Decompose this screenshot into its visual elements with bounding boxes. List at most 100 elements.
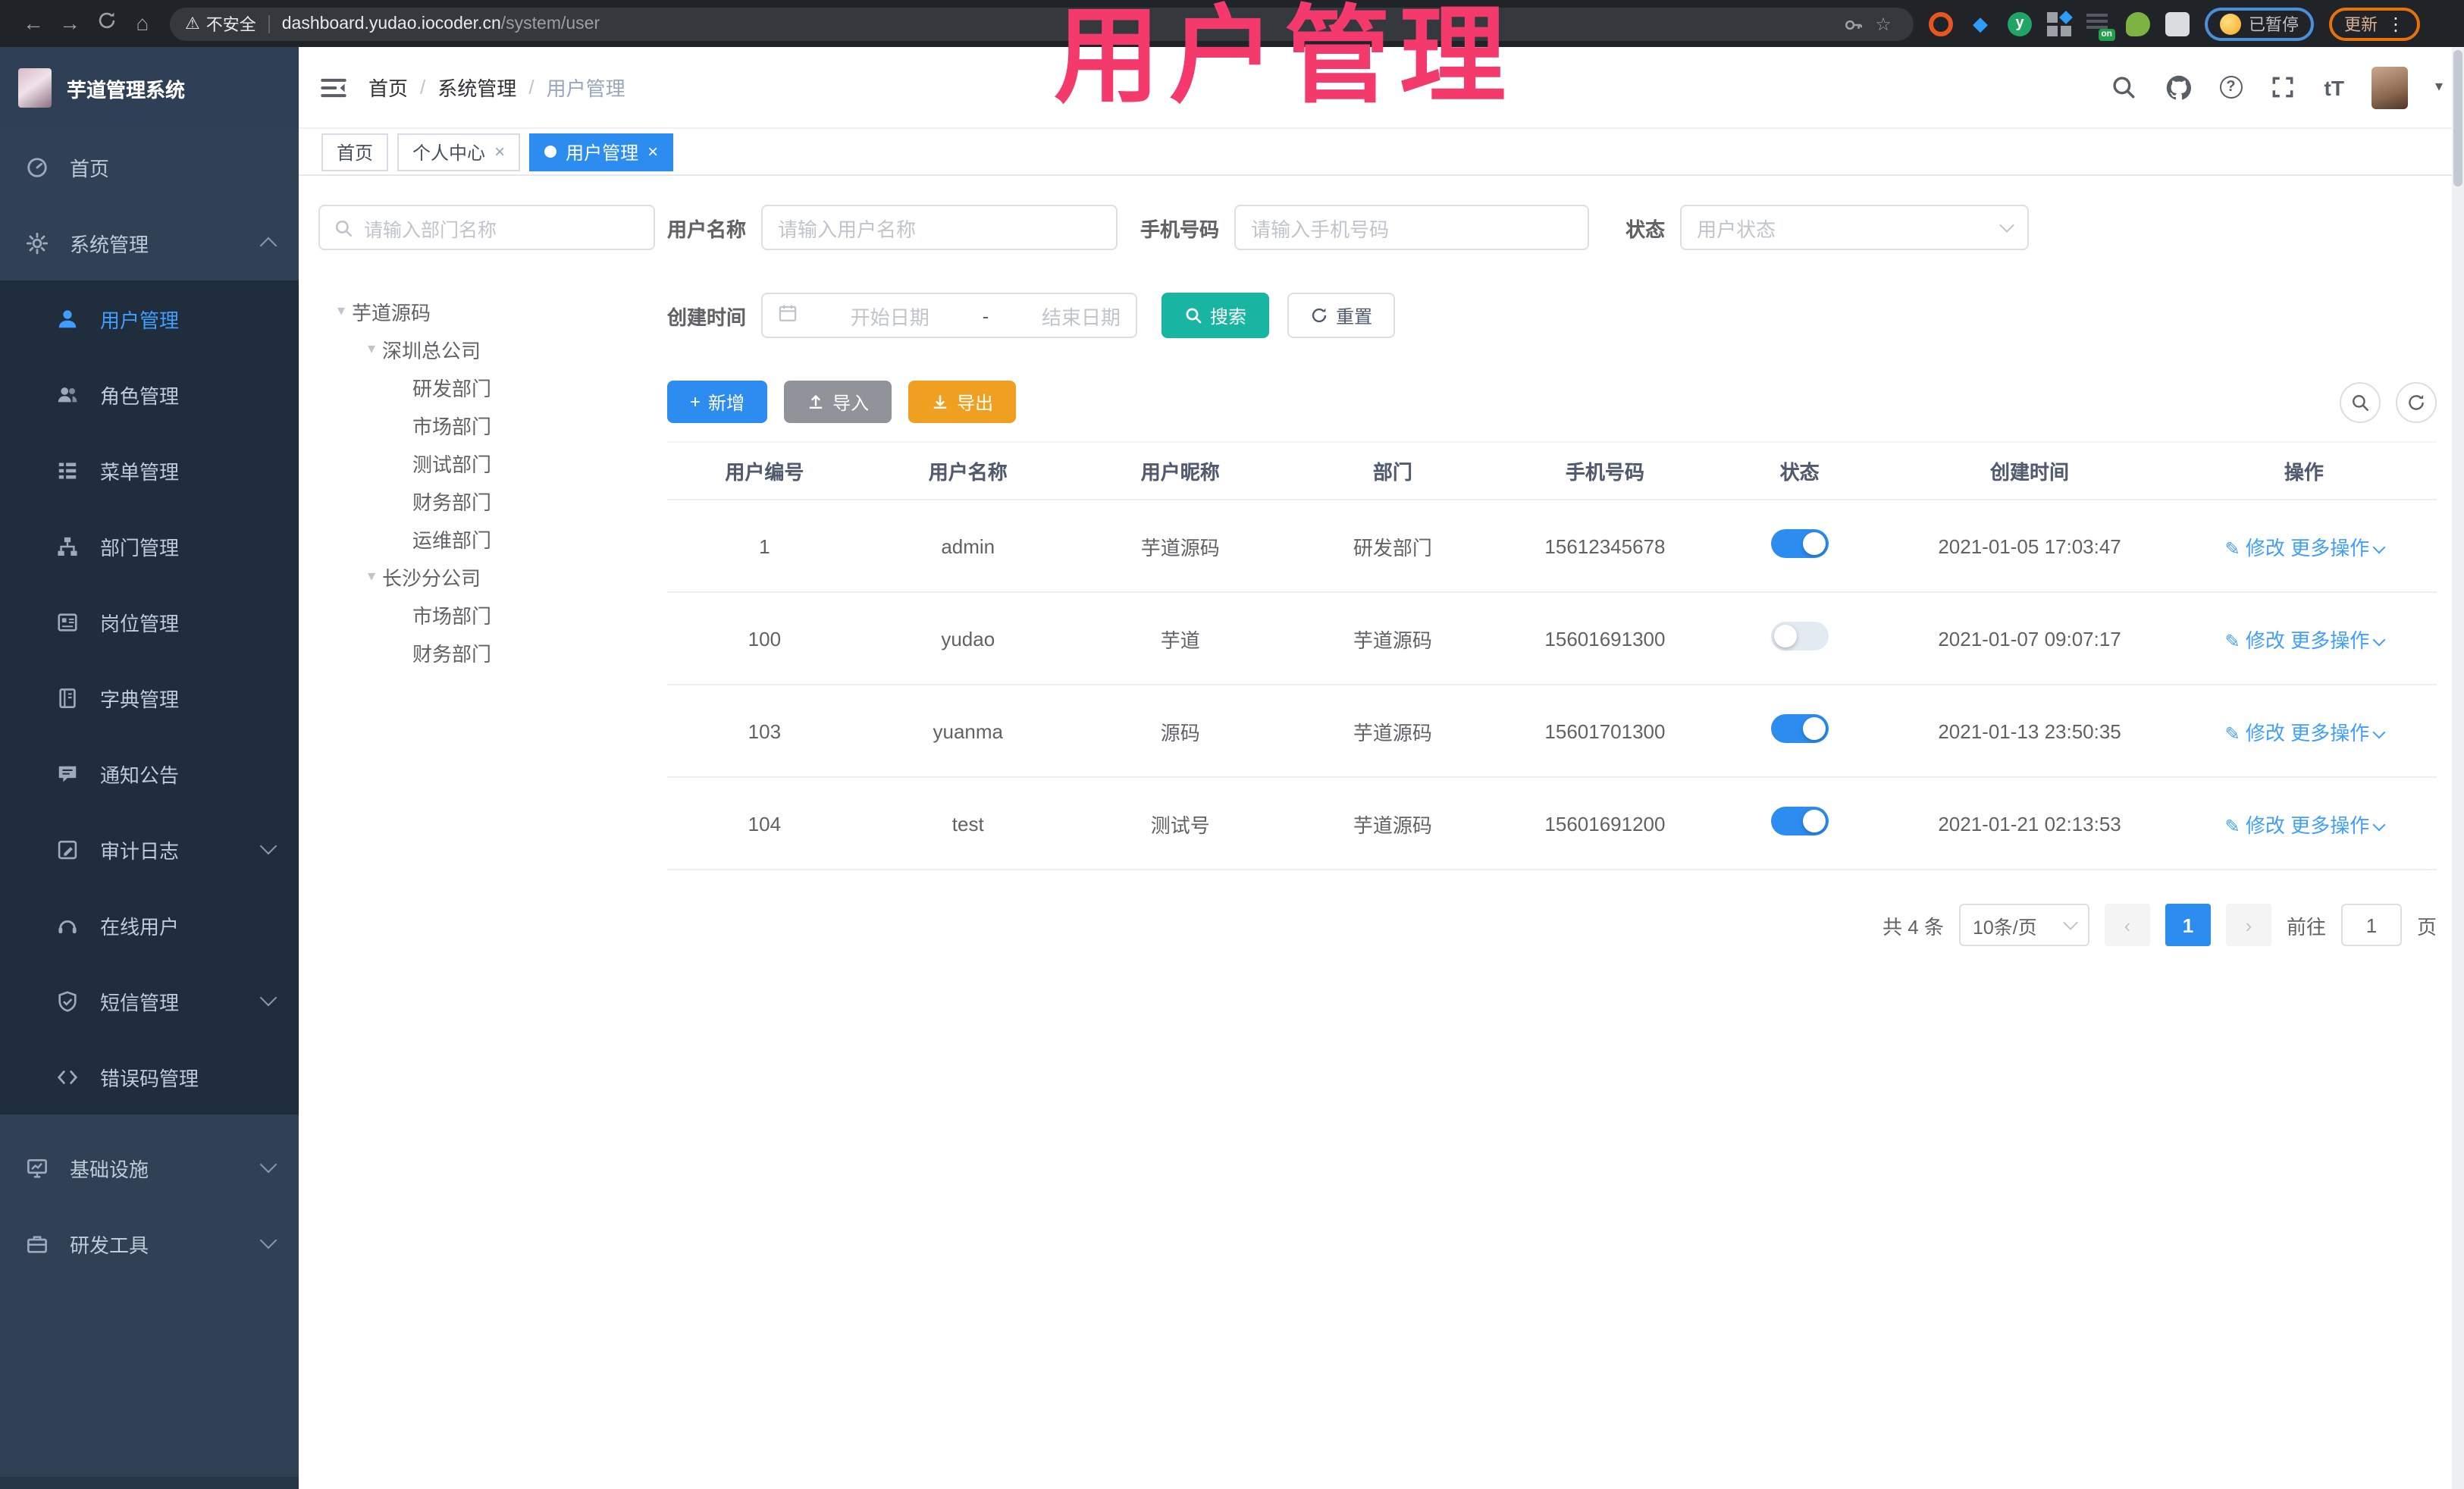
refresh-table-icon[interactable]	[2396, 381, 2437, 422]
passwords-key-icon[interactable]	[1838, 13, 1868, 35]
sidebar-item-role-management[interactable]: 角色管理	[0, 356, 299, 432]
sidebar-item-infrastructure[interactable]: 基础设施	[0, 1130, 299, 1205]
sidebar-item-online-users[interactable]: 在线用户	[0, 887, 299, 963]
edit-link[interactable]: 修改	[2246, 813, 2285, 836]
page-scrollbar[interactable]	[2452, 47, 2464, 1489]
back-icon[interactable]: ←	[15, 0, 52, 47]
tree-expand-icon[interactable]: ▾	[361, 569, 382, 585]
tab-profile[interactable]: 个人中心 ×	[397, 133, 521, 171]
sidebar-item-system[interactable]: 系统管理	[0, 205, 299, 281]
sidebar-item-dev-tools[interactable]: 研发工具	[0, 1205, 299, 1281]
goto-page-input[interactable]: 1	[2340, 904, 2402, 946]
browser-toolbar: ← → ⌂ ⚠ 不安全 dashboard.yudao.iocoder.cn/s…	[0, 0, 2464, 47]
export-button[interactable]: 导出	[908, 381, 1017, 423]
reset-button[interactable]: 重置	[1287, 293, 1396, 338]
browser-profile-chip[interactable]: 已暂停	[2205, 7, 2314, 40]
more-actions-link[interactable]: 更多操作	[2290, 721, 2369, 744]
search-icon[interactable]	[2111, 74, 2138, 101]
extension-yuque-icon[interactable]: y	[2008, 11, 2032, 36]
add-button[interactable]: + 新增	[667, 381, 768, 423]
status-toggle[interactable]	[1770, 714, 1829, 743]
github-icon[interactable]	[2165, 74, 2193, 101]
tree-node-leaf[interactable]: 财务部门	[318, 634, 655, 672]
sidebar-item-menu-management[interactable]: 菜单管理	[0, 432, 299, 508]
sidebar-item-post-management[interactable]: 岗位管理	[0, 584, 299, 660]
col-actions: 操作	[2171, 441, 2437, 500]
extensions-puzzle-icon[interactable]	[2165, 11, 2190, 36]
extension-leaf-icon[interactable]	[2126, 11, 2150, 36]
col-nickname: 用户昵称	[1074, 441, 1287, 500]
bookmark-star-icon[interactable]: ☆	[1868, 13, 1898, 34]
breadcrumb-system[interactable]: 系统管理	[437, 73, 516, 102]
page-1-button[interactable]: 1	[2165, 904, 2211, 946]
show-search-toggle-icon[interactable]	[2340, 381, 2381, 422]
breadcrumb-home[interactable]: 首页	[368, 73, 408, 102]
edit-link[interactable]: 修改	[2246, 629, 2285, 651]
scrollbar-thumb[interactable]	[2453, 50, 2462, 187]
username-input[interactable]: 请输入用户名称	[761, 205, 1118, 250]
tree-node-root[interactable]: ▾ 芋道源码	[318, 293, 655, 331]
sidebar-item-audit-log[interactable]: 审计日志	[0, 811, 299, 887]
forward-icon[interactable]: →	[52, 0, 88, 47]
status-toggle[interactable]	[1770, 622, 1829, 650]
edit-link[interactable]: 修改	[2246, 536, 2285, 559]
extension-grid-icon[interactable]	[2047, 10, 2073, 36]
search-button[interactable]: 搜索	[1161, 293, 1270, 338]
edit-link[interactable]: 修改	[2246, 721, 2285, 744]
total-count: 共 4 条	[1882, 915, 1944, 938]
status-select[interactable]: 用户状态	[1680, 205, 2030, 250]
avatar-caret-icon[interactable]: ▾	[2435, 79, 2443, 96]
home-icon[interactable]: ⌂	[124, 0, 161, 47]
sidebar-item-dept-management[interactable]: 部门管理	[0, 508, 299, 584]
more-actions-link[interactable]: 更多操作	[2290, 629, 2369, 651]
fullscreen-icon[interactable]	[2270, 74, 2297, 101]
font-size-icon[interactable]: tT	[2324, 75, 2344, 99]
table-header-row: 用户编号 用户名称 用户昵称 部门 手机号码 状态 创建时间 操作	[667, 441, 2437, 500]
date-range-input[interactable]: 开始日期 - 结束日期	[761, 293, 1138, 338]
close-icon[interactable]: ×	[494, 141, 505, 162]
tree-node-leaf[interactable]: 财务部门	[318, 482, 655, 520]
browser-menu-kebab-icon[interactable]: ⋮	[2387, 13, 2405, 34]
security-label[interactable]: 不安全	[206, 11, 256, 36]
status-toggle[interactable]	[1770, 807, 1829, 835]
status-toggle[interactable]	[1770, 529, 1829, 558]
tab-user-management[interactable]: 用户管理 ×	[529, 133, 674, 171]
sidebar-item-errorcode-management[interactable]: 错误码管理	[0, 1039, 299, 1114]
extension-ubuntu-icon[interactable]	[1929, 11, 1953, 36]
mobile-input[interactable]: 请输入手机号码	[1234, 205, 1590, 250]
reload-icon[interactable]	[88, 0, 124, 47]
extension-switch-icon[interactable]: on	[2086, 11, 2115, 40]
collapse-sidebar-icon[interactable]	[320, 74, 347, 101]
col-user-id: 用户编号	[667, 441, 862, 500]
next-page-button[interactable]: ›	[2225, 904, 2271, 946]
user-avatar[interactable]	[2371, 66, 2408, 108]
extension-gem-icon[interactable]: ◆	[1968, 11, 1992, 36]
help-icon[interactable]: ?	[2219, 76, 2243, 99]
app-logo[interactable]: 芋道管理系统	[0, 47, 299, 129]
more-actions-link[interactable]: 更多操作	[2290, 813, 2369, 836]
close-icon[interactable]: ×	[647, 141, 658, 162]
url-text[interactable]: dashboard.yudao.iocoder.cn/system/user	[282, 14, 600, 33]
sidebar-item-home[interactable]: 首页	[0, 129, 299, 205]
sidebar-item-notice[interactable]: 通知公告	[0, 735, 299, 811]
tree-node-branch[interactable]: ▾ 长沙分公司	[318, 558, 655, 596]
tree-node-leaf[interactable]: 研发部门	[318, 368, 655, 406]
tree-node-leaf[interactable]: 市场部门	[318, 596, 655, 634]
sidebar-item-dict-management[interactable]: 字典管理	[0, 660, 299, 735]
browser-update-button[interactable]: 更新 ⋮	[2329, 7, 2420, 40]
tree-expand-icon[interactable]: ▾	[361, 341, 382, 358]
tree-expand-icon[interactable]: ▾	[331, 303, 352, 320]
dept-search-input[interactable]: 请输入部门名称	[318, 205, 655, 250]
import-button[interactable]: 导入	[784, 381, 892, 423]
tree-node-leaf[interactable]: 市场部门	[318, 406, 655, 444]
tab-home[interactable]: 首页	[321, 133, 389, 171]
sidebar-item-sms-management[interactable]: 短信管理	[0, 963, 299, 1039]
tree-node-leaf[interactable]: 测试部门	[318, 444, 655, 482]
prev-page-button[interactable]: ‹	[2104, 904, 2150, 946]
tree-node-leaf[interactable]: 运维部门	[318, 520, 655, 558]
sidebar-item-user-management[interactable]: 用户管理	[0, 281, 299, 356]
more-actions-link[interactable]: 更多操作	[2290, 536, 2369, 559]
tree-node-branch[interactable]: ▾ 深圳总公司	[318, 331, 655, 368]
page-size-select[interactable]: 10条/页	[1958, 904, 2089, 946]
address-bar[interactable]: ⚠ 不安全 dashboard.yudao.iocoder.cn/system/…	[170, 7, 1914, 40]
